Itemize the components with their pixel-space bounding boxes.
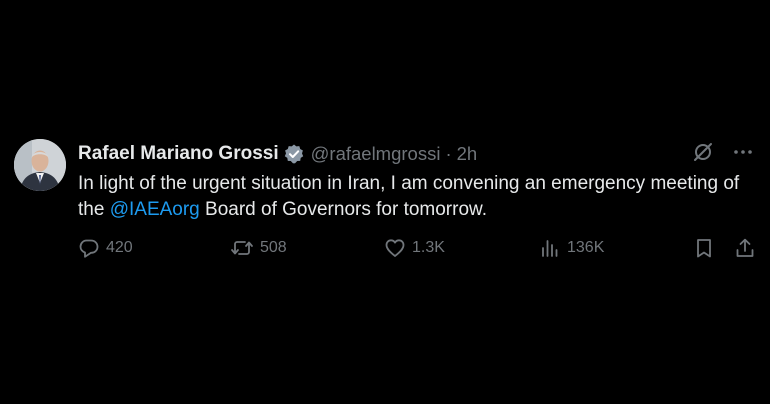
repost-icon [230, 237, 254, 259]
grok-icon[interactable] [692, 141, 714, 163]
avatar-image [14, 139, 66, 191]
avatar[interactable] [14, 139, 66, 191]
repost-count: 508 [260, 239, 287, 256]
header-actions [692, 141, 754, 163]
views-button[interactable]: 136K [539, 237, 604, 259]
mention-link[interactable]: @IAEAorg [110, 199, 200, 220]
share-icon [734, 237, 756, 259]
display-name[interactable]: Rafael Mariano Grossi [78, 143, 279, 165]
tweet[interactable]: Rafael Mariano Grossi @rafaelmgrossi · 2… [14, 139, 760, 279]
tweet-content: Rafael Mariano Grossi @rafaelmgrossi · 2… [78, 141, 760, 223]
timestamp[interactable]: 2h [457, 143, 478, 165]
like-icon [384, 237, 406, 259]
views-icon [539, 237, 561, 259]
tweet-text-part2: Board of Governors for tomorrow. [199, 199, 487, 220]
reply-icon [78, 237, 100, 259]
tweet-actions: 420 508 1.3K 136K [78, 237, 760, 265]
verified-badge-icon [283, 143, 305, 165]
handle[interactable]: @rafaelmgrossi [311, 143, 441, 165]
bookmark-button[interactable] [693, 237, 715, 259]
reply-count: 420 [106, 239, 133, 256]
separator-dot: · [445, 143, 452, 164]
repost-button[interactable]: 508 [230, 237, 287, 259]
bookmark-icon [693, 237, 715, 259]
more-icon[interactable] [732, 141, 754, 163]
like-button[interactable]: 1.3K [384, 237, 445, 259]
tweet-text: In light of the urgent situation in Iran… [78, 171, 758, 223]
reply-button[interactable]: 420 [78, 237, 133, 259]
tweet-header: Rafael Mariano Grossi @rafaelmgrossi · 2… [78, 141, 760, 167]
share-button[interactable] [734, 237, 756, 259]
views-count: 136K [567, 239, 605, 256]
like-count: 1.3K [412, 239, 445, 256]
